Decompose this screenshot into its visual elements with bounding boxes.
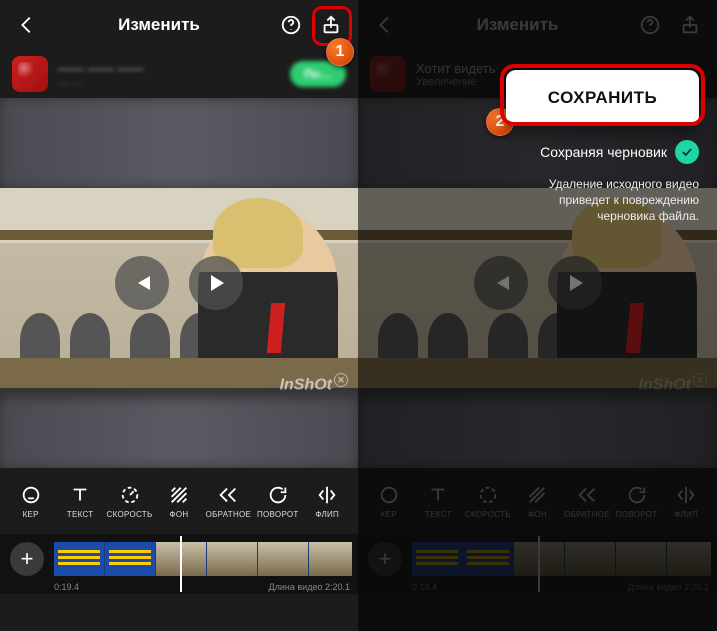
watermark[interactable]: InShOt✕ [639,373,707,394]
tool-text[interactable]: ТЕКСТ [56,484,104,519]
callout-number-1: 1 [326,38,354,66]
header: Изменить [358,0,717,50]
header: Изменить [0,0,358,50]
ad-title: —— —— —— [58,61,280,76]
tool-sticker[interactable]: КЕР [365,484,413,519]
prev-button[interactable] [474,256,528,310]
edit-toolbar: КЕР ТЕКСТ СКОРОСТЬ ФОН ОБРАТНОЕ ПОВОРОТ … [358,468,717,534]
add-clip-button[interactable]: + [10,542,44,576]
tool-rotate[interactable]: ПОВОРОТ [254,484,302,519]
timeline-thumb[interactable] [207,542,257,576]
help-icon[interactable] [278,12,304,38]
add-clip-button[interactable]: + [368,542,402,576]
close-icon[interactable]: ✕ [693,373,707,387]
back-icon[interactable] [372,12,398,38]
tool-background[interactable]: ФОН [155,484,203,519]
edit-toolbar: КЕР ТЕКСТ СКОРОСТЬ ФОН ОБРАТНОЕ ПОВОРОТ … [0,468,358,534]
back-icon[interactable] [14,12,40,38]
ad-banner[interactable]: —— —— —— … … По… [0,50,358,98]
ad-app-icon [12,56,48,92]
timeline-thumb[interactable] [54,542,104,576]
timeline-thumb[interactable] [258,542,308,576]
play-button[interactable] [189,256,243,310]
ad-text: —— —— —— … … [58,61,280,88]
close-icon[interactable]: ✕ [334,373,348,387]
timeline-track[interactable] [54,542,352,576]
ad-subtitle: … … [58,76,280,88]
timeline-thumb[interactable] [105,542,155,576]
phone-screen-right: Изменить Хотит видеть Увеличение [358,0,717,631]
current-time: 0:19.4 [54,582,79,592]
tool-background[interactable]: ФОН [513,484,561,519]
playhead[interactable] [538,536,540,592]
timeline[interactable]: + 0:19.4 Длина видео 2:20.1 [0,534,358,594]
timeline[interactable]: + 0:19.4 Длина видео 2:20.1 [358,534,717,594]
help-icon[interactable] [637,12,663,38]
tool-flip[interactable]: ФЛИП [662,484,710,519]
save-draft-label: Сохраняя черновик [540,144,667,160]
timeline-thumb[interactable] [309,542,352,576]
tool-speed[interactable]: СКОРОСТЬ [464,484,512,519]
total-time: Длина видео 2:20.1 [269,582,350,592]
ad-app-icon [370,56,406,92]
tool-reverse[interactable]: ОБРАТНОЕ [563,484,611,519]
share-icon[interactable] [677,12,703,38]
page-title: Изменить [40,15,278,35]
time-info: 0:19.4 Длина видео 2:20.1 [54,582,350,592]
tool-speed[interactable]: СКОРОСТЬ [106,484,154,519]
prev-button[interactable] [115,256,169,310]
page-title: Изменить [398,15,637,35]
playhead[interactable] [180,536,182,592]
play-button[interactable] [548,256,602,310]
tool-text[interactable]: ТЕКСТ [414,484,462,519]
time-info: 0:19.4 Длина видео 2:20.1 [412,582,709,592]
save-draft-toggle[interactable]: Сохраняя черновик [540,140,699,164]
check-icon[interactable] [675,140,699,164]
tool-sticker[interactable]: КЕР [7,484,55,519]
video-preview[interactable]: InShOt✕ [0,98,358,468]
phone-screen-left: Изменить —— —— —— … … По… [0,0,358,631]
callout-ring-2 [500,64,705,126]
play-controls [474,256,602,310]
tool-rotate[interactable]: ПОВОРОТ [613,484,661,519]
timeline-track[interactable] [412,542,711,576]
watermark[interactable]: InShOt✕ [280,373,348,394]
tool-flip[interactable]: ФЛИП [303,484,351,519]
tool-reverse[interactable]: ОБРАТНОЕ [204,484,252,519]
save-warning-text: Удаление исходного видео приведет к повр… [519,176,699,225]
play-controls [115,256,243,310]
